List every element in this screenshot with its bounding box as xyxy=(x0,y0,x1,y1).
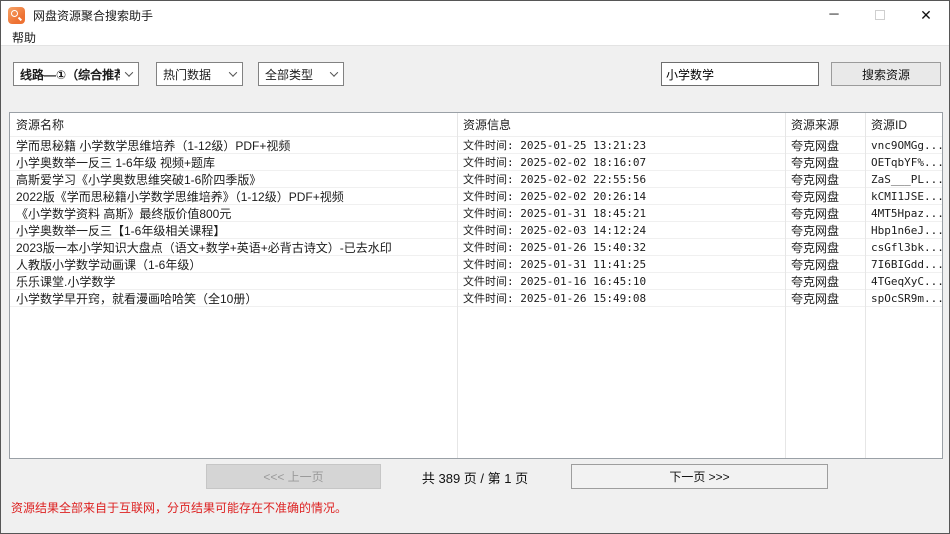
results-table: 资源名称 资源信息 资源来源 资源ID 学而思秘籍 小学数学思维培养（1-12级… xyxy=(9,112,943,459)
close-button[interactable]: ✕ xyxy=(903,1,949,29)
resource-info-cell: 文件时间: 2025-01-31 11:41:25 xyxy=(457,256,785,272)
table-row[interactable]: 人教版小学数学动画课（1-6年级） 文件时间: 2025-01-31 11:41… xyxy=(10,256,942,273)
resource-id-cell: spOcSR9m... xyxy=(865,292,942,305)
resource-source-cell: 夸克网盘 xyxy=(785,205,865,222)
magnifier-handle-icon xyxy=(18,16,22,20)
column-divider xyxy=(457,113,458,458)
table-row[interactable]: 小学奥数举一反三【1-6年级相关课程】 文件时间: 2025-02-03 14:… xyxy=(10,222,942,239)
resource-source-cell: 夸克网盘 xyxy=(785,154,865,171)
resource-source-cell: 夸克网盘 xyxy=(785,273,865,290)
chevron-down-icon xyxy=(229,68,237,76)
resource-name-cell: 人教版小学数学动画课（1-6年级） xyxy=(10,256,457,273)
resource-info-cell: 文件时间: 2025-01-25 13:21:23 xyxy=(457,137,785,153)
resource-info-cell: 文件时间: 2025-01-26 15:40:32 xyxy=(457,239,785,255)
type-select-value: 全部类型 xyxy=(265,66,325,83)
maximize-button[interactable] xyxy=(857,1,903,29)
pagination-bar: 共 389 页 / 第 1 页 <<< 上一页 下一页 >>> xyxy=(1,464,949,489)
resource-id-cell: 4MT5Hpaz... xyxy=(865,207,942,220)
resource-name-cell: 小学奥数举一反三【1-6年级相关课程】 xyxy=(10,222,457,239)
chevron-down-icon xyxy=(125,68,133,76)
magnifier-lens-icon xyxy=(11,10,18,17)
hot-data-select-value: 热门数据 xyxy=(163,66,224,83)
type-select[interactable]: 全部类型 xyxy=(258,62,344,86)
resource-id-cell: OETqbYF%... xyxy=(865,156,942,169)
resource-id-cell: csGfl3bk... xyxy=(865,241,942,254)
table-row[interactable]: 2023版一本小学知识大盘点（语文+数学+英语+必背古诗文）-已去水印 文件时间… xyxy=(10,239,942,256)
resource-id-cell: ZaS___PL... xyxy=(865,173,942,186)
search-input[interactable] xyxy=(661,62,819,86)
route-select-value: 线路—①（综合推荐 xyxy=(20,66,120,83)
resource-info-cell: 文件时间: 2025-02-02 18:16:07 xyxy=(457,154,785,170)
title-bar: 网盘资源聚合搜索助手 ─ ✕ xyxy=(1,1,949,29)
resource-info-cell: 文件时间: 2025-01-16 16:45:10 xyxy=(457,273,785,289)
table-row[interactable]: 学而思秘籍 小学数学思维培养（1-12级）PDF+视频 文件时间: 2025-0… xyxy=(10,137,942,154)
resource-source-cell: 夸克网盘 xyxy=(785,239,865,256)
resource-info-cell: 文件时间: 2025-01-26 15:49:08 xyxy=(457,290,785,306)
resource-name-cell: 乐乐课堂.小学数学 xyxy=(10,273,457,290)
prev-page-button[interactable]: <<< 上一页 xyxy=(206,464,381,489)
content-area: 线路—①（综合推荐 热门数据 全部类型 搜索资源 资源名称 资源信息 资源来源 xyxy=(1,45,949,533)
table-body: 学而思秘籍 小学数学思维培养（1-12级）PDF+视频 文件时间: 2025-0… xyxy=(10,137,942,307)
resource-source-cell: 夸克网盘 xyxy=(785,256,865,273)
maximize-icon xyxy=(875,10,885,20)
table-row[interactable]: 《小学数学资料 高斯》最终版价值800元 文件时间: 2025-01-31 18… xyxy=(10,205,942,222)
chevron-down-icon xyxy=(330,68,338,76)
table-row[interactable]: 2022版《学而思秘籍小学数学思维培养》（1-12级）PDF+视频 文件时间: … xyxy=(10,188,942,205)
resource-name-cell: 小学奥数举一反三 1-6年级 视频+题库 xyxy=(10,154,457,171)
resource-source-cell: 夸克网盘 xyxy=(785,188,865,205)
table-header-row: 资源名称 资源信息 资源来源 资源ID xyxy=(10,113,942,137)
table-row[interactable]: 小学数学早开窍，就看漫画哈哈笑（全10册） 文件时间: 2025-01-26 1… xyxy=(10,290,942,307)
toolbar: 线路—①（综合推荐 热门数据 全部类型 搜索资源 xyxy=(1,46,949,112)
column-header-name[interactable]: 资源名称 xyxy=(10,116,457,133)
resource-id-cell: Hbp1n6eJ... xyxy=(865,224,942,237)
column-header-info[interactable]: 资源信息 xyxy=(457,116,785,133)
resource-name-cell: 2022版《学而思秘籍小学数学思维培养》（1-12级）PDF+视频 xyxy=(10,188,457,205)
menu-bar: 帮助 xyxy=(1,29,949,45)
hot-data-select[interactable]: 热门数据 xyxy=(156,62,243,86)
resource-id-cell: kCMI1JSE... xyxy=(865,190,942,203)
resource-name-cell: 小学数学早开窍，就看漫画哈哈笑（全10册） xyxy=(10,290,457,307)
window-controls: ─ ✕ xyxy=(811,1,949,29)
resource-source-cell: 夸克网盘 xyxy=(785,222,865,239)
minimize-icon: ─ xyxy=(829,6,838,21)
resource-name-cell: 高斯爱学习《小学奥数思维突破1-6阶四季版》 xyxy=(10,171,457,188)
resource-id-cell: 4TGeqXyC... xyxy=(865,275,942,288)
route-select[interactable]: 线路—①（综合推荐 xyxy=(13,62,139,86)
column-divider xyxy=(865,113,866,458)
table-row[interactable]: 小学奥数举一反三 1-6年级 视频+题库 文件时间: 2025-02-02 18… xyxy=(10,154,942,171)
resource-name-cell: 《小学数学资料 高斯》最终版价值800元 xyxy=(10,205,457,222)
table-row[interactable]: 高斯爱学习《小学奥数思维突破1-6阶四季版》 文件时间: 2025-02-02 … xyxy=(10,171,942,188)
column-header-id[interactable]: 资源ID xyxy=(865,116,942,133)
table-row[interactable]: 乐乐课堂.小学数学 文件时间: 2025-01-16 16:45:10 夸克网盘… xyxy=(10,273,942,290)
minimize-button[interactable]: ─ xyxy=(811,1,857,29)
resource-info-cell: 文件时间: 2025-01-31 18:45:21 xyxy=(457,205,785,221)
resource-id-cell: vnc9OMGg... xyxy=(865,139,942,152)
disclaimer-text: 资源结果全部来自于互联网，分页结果可能存在不准确的情况。 xyxy=(11,499,347,516)
menu-item-help[interactable]: 帮助 xyxy=(10,29,38,46)
app-logo-search-icon xyxy=(8,7,25,24)
resource-source-cell: 夸克网盘 xyxy=(785,290,865,307)
resource-info-cell: 文件时间: 2025-02-02 20:26:14 xyxy=(457,188,785,204)
close-icon: ✕ xyxy=(920,7,932,24)
resource-name-cell: 2023版一本小学知识大盘点（语文+数学+英语+必背古诗文）-已去水印 xyxy=(10,239,457,256)
column-header-source[interactable]: 资源来源 xyxy=(785,116,865,133)
resource-info-cell: 文件时间: 2025-02-03 14:12:24 xyxy=(457,222,785,238)
app-window: 网盘资源聚合搜索助手 ─ ✕ 帮助 线路—①（综合推荐 热门数据 xyxy=(0,0,950,534)
next-page-button[interactable]: 下一页 >>> xyxy=(571,464,828,489)
search-button[interactable]: 搜索资源 xyxy=(831,62,941,86)
window-title: 网盘资源聚合搜索助手 xyxy=(33,7,153,24)
column-divider xyxy=(785,113,786,458)
resource-info-cell: 文件时间: 2025-02-02 22:55:56 xyxy=(457,171,785,187)
resource-id-cell: 7I6BIGdd... xyxy=(865,258,942,271)
resource-source-cell: 夸克网盘 xyxy=(785,137,865,154)
resource-source-cell: 夸克网盘 xyxy=(785,171,865,188)
resource-name-cell: 学而思秘籍 小学数学思维培养（1-12级）PDF+视频 xyxy=(10,137,457,154)
